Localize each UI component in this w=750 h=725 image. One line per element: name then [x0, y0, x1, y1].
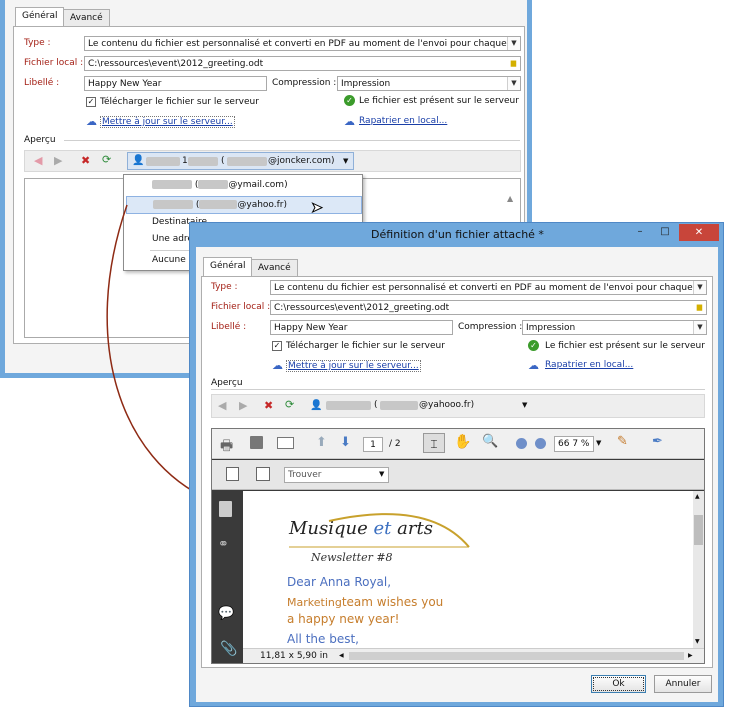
front-window-body: Général Avancé Type : Le contenu du fich…	[196, 247, 718, 702]
pen-icon[interactable]: ✒	[652, 434, 663, 449]
front-compression-label: Compression :	[458, 322, 523, 332]
arrow-right-icon[interactable]: ▶	[239, 400, 247, 412]
check-circle-icon: ✓	[528, 340, 539, 351]
zoom-input[interactable]: 66 7 %	[554, 436, 594, 452]
front-repatriate-link[interactable]: Rapatrier en local...	[545, 360, 633, 370]
front-update-link[interactable]: Mettre à jour sur le serveur...	[286, 360, 421, 372]
hand-icon[interactable]: ✋	[454, 434, 471, 450]
front-tab-advanced[interactable]: Avancé	[251, 259, 298, 277]
page-size: 11,81 x 5,90 in	[260, 651, 328, 661]
brand-swoosh-path	[328, 513, 470, 548]
front-recipient-value: @yahooo.fr)	[419, 400, 475, 410]
pdf-toolbar: 🖶 ⬆ ⬇ 1 / 2 ⌶ ✋ 🔍 66 7 % ▼ ✎ ✒	[212, 429, 704, 459]
arrow-left-icon[interactable]: ◀	[218, 400, 226, 412]
user-icon: 👤	[310, 400, 323, 411]
chevron-down-icon: ▼	[693, 281, 706, 294]
folder-icon[interactable]: ▆	[693, 301, 706, 314]
doc-line-1: Dear Anna Royal,	[287, 575, 392, 589]
front-type-label: Type :	[211, 282, 238, 292]
pdf-find-toolbar: Trouver ▼	[212, 460, 704, 490]
brand-swoosh	[289, 513, 470, 548]
front-compression-select[interactable]: Impression ▼	[522, 320, 707, 335]
pdf-status-bar: 11,81 x 5,90 in ◀ ▶	[243, 648, 704, 663]
doc-line-3: a happy new year!	[287, 612, 400, 626]
chevron-down-icon: ▼	[693, 321, 706, 334]
scroll-left-icon[interactable]: ◀	[339, 652, 344, 659]
sidebar-toggle-icon[interactable]	[226, 467, 239, 481]
scroll-down-icon[interactable]: ▼	[695, 638, 700, 645]
front-recipient-paren: (	[374, 400, 378, 410]
front-label-value: Happy New Year	[274, 323, 348, 333]
pdf-viewer: 🖶 ⬆ ⬇ 1 / 2 ⌶ ✋ 🔍 66 7 % ▼ ✎ ✒ Trouver ▼…	[211, 428, 705, 664]
pdf-search-input[interactable]: Trouver	[284, 467, 389, 483]
doc-line-2: Marketingteam wishes you	[287, 595, 443, 609]
page-number-input[interactable]: 1	[363, 437, 383, 452]
blurred-name	[326, 401, 371, 410]
save-icon[interactable]	[250, 436, 263, 449]
minimize-button[interactable]: –	[628, 226, 652, 240]
page-total: / 2	[389, 439, 401, 449]
front-window: Définition d'un fichier attaché * – □ ✕ …	[189, 222, 724, 707]
comment-icon[interactable]: 💬	[218, 606, 234, 621]
blurred-email	[380, 401, 418, 410]
fit-page-icon[interactable]	[256, 467, 270, 481]
email-icon[interactable]	[277, 437, 294, 449]
horizontal-scrollbar[interactable]	[349, 652, 684, 660]
sign-icon[interactable]: ✎	[617, 434, 628, 449]
front-label-label: Libellé :	[211, 322, 247, 332]
front-tab-panel: Type : Le contenu du fichier est personn…	[201, 276, 713, 668]
close-icon[interactable]: ✖	[264, 400, 273, 412]
pdf-page: Musique et arts Newsletter #8 Dear Anna …	[243, 491, 693, 648]
chevron-down-icon: ▼	[522, 401, 528, 409]
front-file-field[interactable]: C:\ressources\event\2012_greeting.odt ▆	[270, 300, 707, 315]
attachment-icon[interactable]: 📎	[220, 641, 237, 657]
chevron-down-icon: ▼	[379, 470, 385, 478]
front-upload-label: Télécharger le fichier sur le serveur	[286, 341, 445, 351]
close-button[interactable]: ✕	[679, 224, 719, 241]
cancel-button[interactable]: Annuler	[654, 675, 712, 693]
pages-icon[interactable]	[219, 501, 232, 517]
doc-line-4: All the best,	[287, 632, 359, 646]
page-up-icon[interactable]: ⬆	[316, 435, 327, 450]
print-icon[interactable]: 🖶	[220, 435, 233, 459]
cloud-download-icon: ☁	[528, 359, 539, 372]
front-type-select[interactable]: Le contenu du fichier est personnalisé e…	[270, 280, 707, 295]
front-compression-value: Impression	[526, 323, 576, 333]
refresh-icon[interactable]: ⟳	[285, 399, 294, 411]
front-upload-checkbox[interactable]: ✓	[272, 341, 282, 351]
newsletter-label: Newsletter #8	[311, 551, 393, 564]
binoculars-icon[interactable]: ⚭	[218, 537, 229, 552]
front-file-value: C:\ressources\event\2012_greeting.odt	[274, 303, 450, 313]
front-recipient-select[interactable]: 👤 ( @yahooo.fr) ▼	[306, 396, 538, 416]
pdf-vertical-scrollbar[interactable]: ▲ ▼	[693, 491, 704, 648]
doc-line-2a: Marketing	[287, 596, 342, 609]
zoom-dropdown-chevron-icon[interactable]: ▼	[596, 439, 601, 447]
front-file-label: Fichier local :	[211, 302, 271, 312]
zoom-in-icon[interactable]	[535, 438, 546, 449]
front-preview-label: Aperçu	[211, 378, 243, 388]
front-preview-divider	[211, 389, 705, 390]
front-tab-general[interactable]: Général	[203, 257, 253, 277]
zoom-tool-icon[interactable]: 🔍	[482, 434, 498, 449]
scroll-up-icon[interactable]: ▲	[695, 493, 700, 500]
select-cursor-icon[interactable]: ⌶	[423, 433, 445, 453]
scroll-thumb[interactable]	[694, 515, 703, 545]
front-type-value: Le contenu du fichier est personnalisé e…	[274, 283, 707, 293]
doc-line-2b: team wishes you	[341, 595, 444, 609]
ok-button[interactable]: Ok	[591, 675, 646, 693]
maximize-button[interactable]: □	[653, 226, 677, 240]
cloud-upload-icon: ☁	[272, 359, 283, 372]
zoom-out-icon[interactable]	[516, 438, 527, 449]
scroll-right-icon[interactable]: ▶	[688, 652, 693, 659]
page-down-icon[interactable]: ⬇	[340, 435, 351, 450]
front-present-label: Le fichier est présent sur le serveur	[545, 341, 705, 351]
front-label-field[interactable]: Happy New Year	[270, 320, 453, 335]
